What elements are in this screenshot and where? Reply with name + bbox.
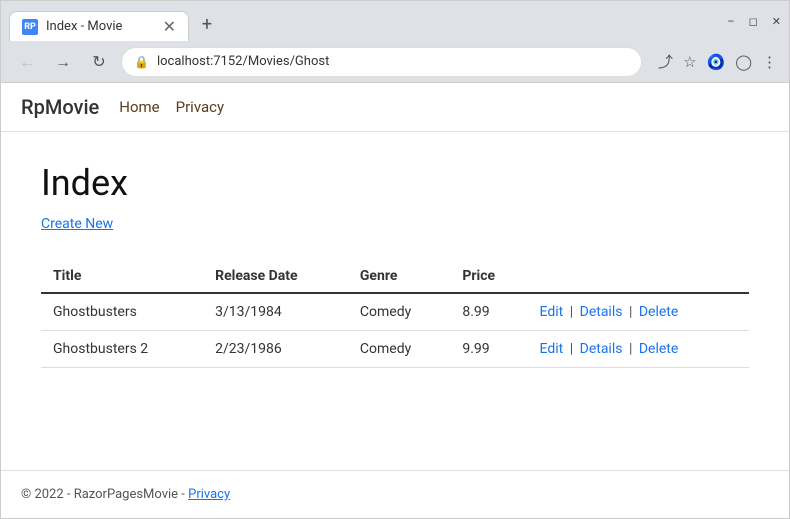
cell-genre: Comedy xyxy=(348,293,450,331)
address-bar: ← → ↻ 🔒 localhost:7152/Movies/Ghost ⤴ ☆ … xyxy=(1,41,789,83)
new-tab-button[interactable]: + xyxy=(193,10,221,38)
menu-icon[interactable]: ⋮ xyxy=(762,53,777,71)
tab-close-icon[interactable]: ✕ xyxy=(163,19,176,35)
action-separator: | xyxy=(566,341,576,357)
action-separator: | xyxy=(625,304,635,320)
table-row: Ghostbusters 22/23/1986Comedy9.99Edit | … xyxy=(41,331,749,368)
site-brand: RpMovie xyxy=(21,95,99,119)
extensions-icon[interactable]: 🧿 xyxy=(707,53,726,71)
active-tab[interactable]: RP Index - Movie ✕ xyxy=(9,11,189,41)
share-icon[interactable]: ⤴ xyxy=(658,51,673,72)
action-edit-link[interactable]: Edit xyxy=(540,341,564,357)
col-header-title: Title xyxy=(41,260,203,293)
cell-genre: Comedy xyxy=(348,331,450,368)
back-button[interactable]: ← xyxy=(13,48,41,76)
tab-bar: RP Index - Movie ✕ + – ◻ ✕ xyxy=(1,1,789,41)
cell-price: 9.99 xyxy=(450,331,527,368)
table-header-row: Title Release Date Genre Price xyxy=(41,260,749,293)
tab-title-text: Index - Movie xyxy=(46,19,155,34)
action-delete-link[interactable]: Delete xyxy=(639,341,678,357)
lock-icon: 🔒 xyxy=(134,55,149,69)
action-details-link[interactable]: Details xyxy=(580,304,623,320)
url-text: localhost:7152/Movies/Ghost xyxy=(157,54,629,69)
cell-price: 8.99 xyxy=(450,293,527,331)
close-icon[interactable]: ✕ xyxy=(772,15,781,28)
action-separator: | xyxy=(566,304,576,320)
col-header-price: Price xyxy=(450,260,527,293)
col-header-release-date: Release Date xyxy=(203,260,348,293)
cell-actions: Edit | Details | Delete xyxy=(528,331,749,368)
cell-release_date: 2/23/1986 xyxy=(203,331,348,368)
movies-table: Title Release Date Genre Price Ghostbust… xyxy=(41,260,749,368)
reload-button[interactable]: ↻ xyxy=(85,48,113,76)
cell-title: Ghostbusters xyxy=(41,293,203,331)
profile-icon[interactable]: ◯ xyxy=(735,53,752,71)
forward-button[interactable]: → xyxy=(49,48,77,76)
action-details-link[interactable]: Details xyxy=(580,341,623,357)
tab-favicon: RP xyxy=(22,19,38,35)
action-delete-link[interactable]: Delete xyxy=(639,304,678,320)
site-footer: © 2022 - RazorPagesMovie - Privacy xyxy=(1,470,789,518)
maximize-icon[interactable]: ◻ xyxy=(749,15,758,28)
cell-release_date: 3/13/1984 xyxy=(203,293,348,331)
action-edit-link[interactable]: Edit xyxy=(540,304,564,320)
bookmark-icon[interactable]: ☆ xyxy=(683,53,696,71)
main-content: Index Create New Title Release Date Genr… xyxy=(1,132,789,470)
page-content: RpMovie Home Privacy Index Create New Ti… xyxy=(1,83,789,518)
nav-home-link[interactable]: Home xyxy=(119,98,159,116)
action-separator: | xyxy=(625,341,635,357)
minimize-icon[interactable]: – xyxy=(727,15,734,28)
nav-links: Home Privacy xyxy=(119,98,224,116)
window-controls: – ◻ ✕ xyxy=(727,15,781,34)
footer-privacy-link[interactable]: Privacy xyxy=(188,487,230,502)
nav-privacy-link[interactable]: Privacy xyxy=(176,98,224,116)
cell-title: Ghostbusters 2 xyxy=(41,331,203,368)
footer-copyright: © 2022 - RazorPagesMovie - xyxy=(21,487,188,502)
site-nav: RpMovie Home Privacy xyxy=(1,83,789,132)
page-title: Index xyxy=(41,162,749,204)
url-bar[interactable]: 🔒 localhost:7152/Movies/Ghost xyxy=(121,47,642,77)
table-row: Ghostbusters3/13/1984Comedy8.99Edit | De… xyxy=(41,293,749,331)
browser-window: RP Index - Movie ✕ + – ◻ ✕ ← → ↻ 🔒 local… xyxy=(0,0,790,519)
col-header-genre: Genre xyxy=(348,260,450,293)
col-header-actions xyxy=(528,260,749,293)
toolbar-icons: ⤴ ☆ 🧿 ◯ ⋮ xyxy=(658,51,777,72)
create-new-link[interactable]: Create New xyxy=(41,216,113,232)
cell-actions: Edit | Details | Delete xyxy=(528,293,749,331)
tabs-area: RP Index - Movie ✕ + xyxy=(9,7,727,41)
